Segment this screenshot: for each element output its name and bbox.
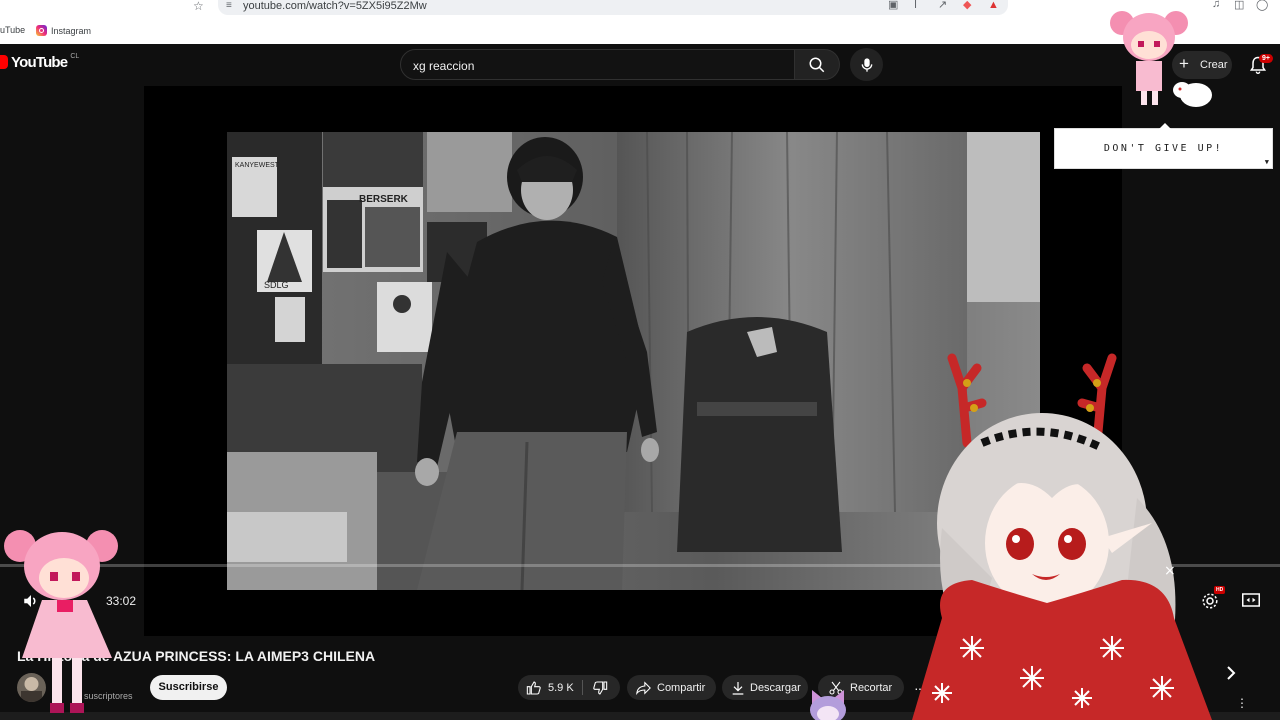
thumbs-up-icon[interactable] — [526, 680, 542, 696]
clip-label: Recortar — [850, 682, 893, 694]
pixel-character-top — [1110, 11, 1212, 107]
kebab-menu-icon[interactable]: ⋮ — [1236, 696, 1248, 710]
share-label: Compartir — [657, 682, 706, 694]
download-button[interactable]: Descargar — [722, 675, 808, 700]
country-code: CL — [70, 53, 80, 60]
poster-label-berserk: BERSERK — [359, 194, 409, 205]
install-icon[interactable]: ▣ — [888, 0, 898, 11]
logo-text: YouTube — [11, 54, 68, 71]
bookmark-icon[interactable]: ☆ — [193, 0, 204, 13]
like-dislike-group: 5.9 K — [518, 675, 620, 700]
youtube-play-icon — [0, 55, 8, 69]
speech-text: DON'T GIVE UP! — [1103, 143, 1224, 154]
bookmarks-bar: uTube Instagram — [0, 16, 1280, 44]
share-icon[interactable]: ↗ — [938, 0, 947, 11]
download-label: Descargar — [750, 682, 801, 694]
microphone-icon — [861, 58, 873, 72]
theater-mode-icon[interactable] — [1242, 592, 1260, 608]
instagram-icon — [36, 25, 47, 36]
translate-icon[interactable]: ا — [914, 0, 917, 11]
search-box — [400, 49, 795, 80]
subscribe-button[interactable]: Suscribirse — [150, 675, 227, 700]
speech-bubble-tip — [1159, 123, 1171, 129]
pixel-character-small — [810, 690, 846, 720]
search-icon — [809, 57, 825, 73]
address-bar[interactable]: ≡ youtube.com/watch?v=5ZX5i95Z2Mw ▣ ا ↗ … — [218, 0, 1008, 15]
bookmark-instagram[interactable]: Instagram — [36, 25, 91, 36]
share-arrow-icon — [636, 681, 651, 696]
youtube-header: YouTube CL + Crear — [0, 44, 1280, 86]
bookmark-youtube[interactable]: uTube — [0, 25, 25, 35]
youtube-logo[interactable]: YouTube CL — [0, 53, 80, 71]
search-button[interactable] — [795, 49, 840, 80]
extension-icon[interactable]: ◆ — [963, 0, 971, 11]
browser-toolbar: ☆ ≡ youtube.com/watch?v=5ZX5i95Z2Mw ▣ ا … — [0, 0, 1280, 16]
url-text: youtube.com/watch?v=5ZX5i95Z2Mw — [243, 0, 427, 12]
vtuber-avatar: × — [912, 353, 1212, 720]
poster-label-sdlg: SDLG — [264, 280, 289, 290]
bookmark-youtube-label: uTube — [0, 25, 26, 35]
sidebar-icon[interactable]: ◫ — [1234, 0, 1244, 11]
pixel-character-left — [4, 530, 118, 713]
share-button[interactable]: Compartir — [627, 675, 716, 700]
close-x-icon: × — [1164, 563, 1176, 579]
speech-bubble: DON'T GIVE UP! ▼ — [1054, 123, 1273, 169]
speech-caret-icon: ▼ — [1264, 158, 1269, 166]
notifications-badge: 9+ — [1259, 54, 1273, 63]
search-input[interactable] — [411, 56, 785, 76]
profile-icon[interactable]: ◯ — [1256, 0, 1268, 11]
site-info-icon[interactable]: ≡ — [226, 0, 232, 12]
poster-label-kanye: KANYEWEST — [235, 162, 280, 169]
thumbs-down-icon[interactable] — [592, 680, 608, 696]
download-icon — [732, 682, 744, 695]
bookmark-instagram-label: Instagram — [51, 25, 92, 36]
like-divider — [582, 680, 583, 695]
like-count: 5.9 K — [548, 682, 574, 694]
extension-alert-icon[interactable]: ▲ — [988, 0, 999, 11]
chevron-right-icon[interactable] — [1224, 665, 1238, 681]
voice-search-button[interactable] — [850, 48, 883, 81]
